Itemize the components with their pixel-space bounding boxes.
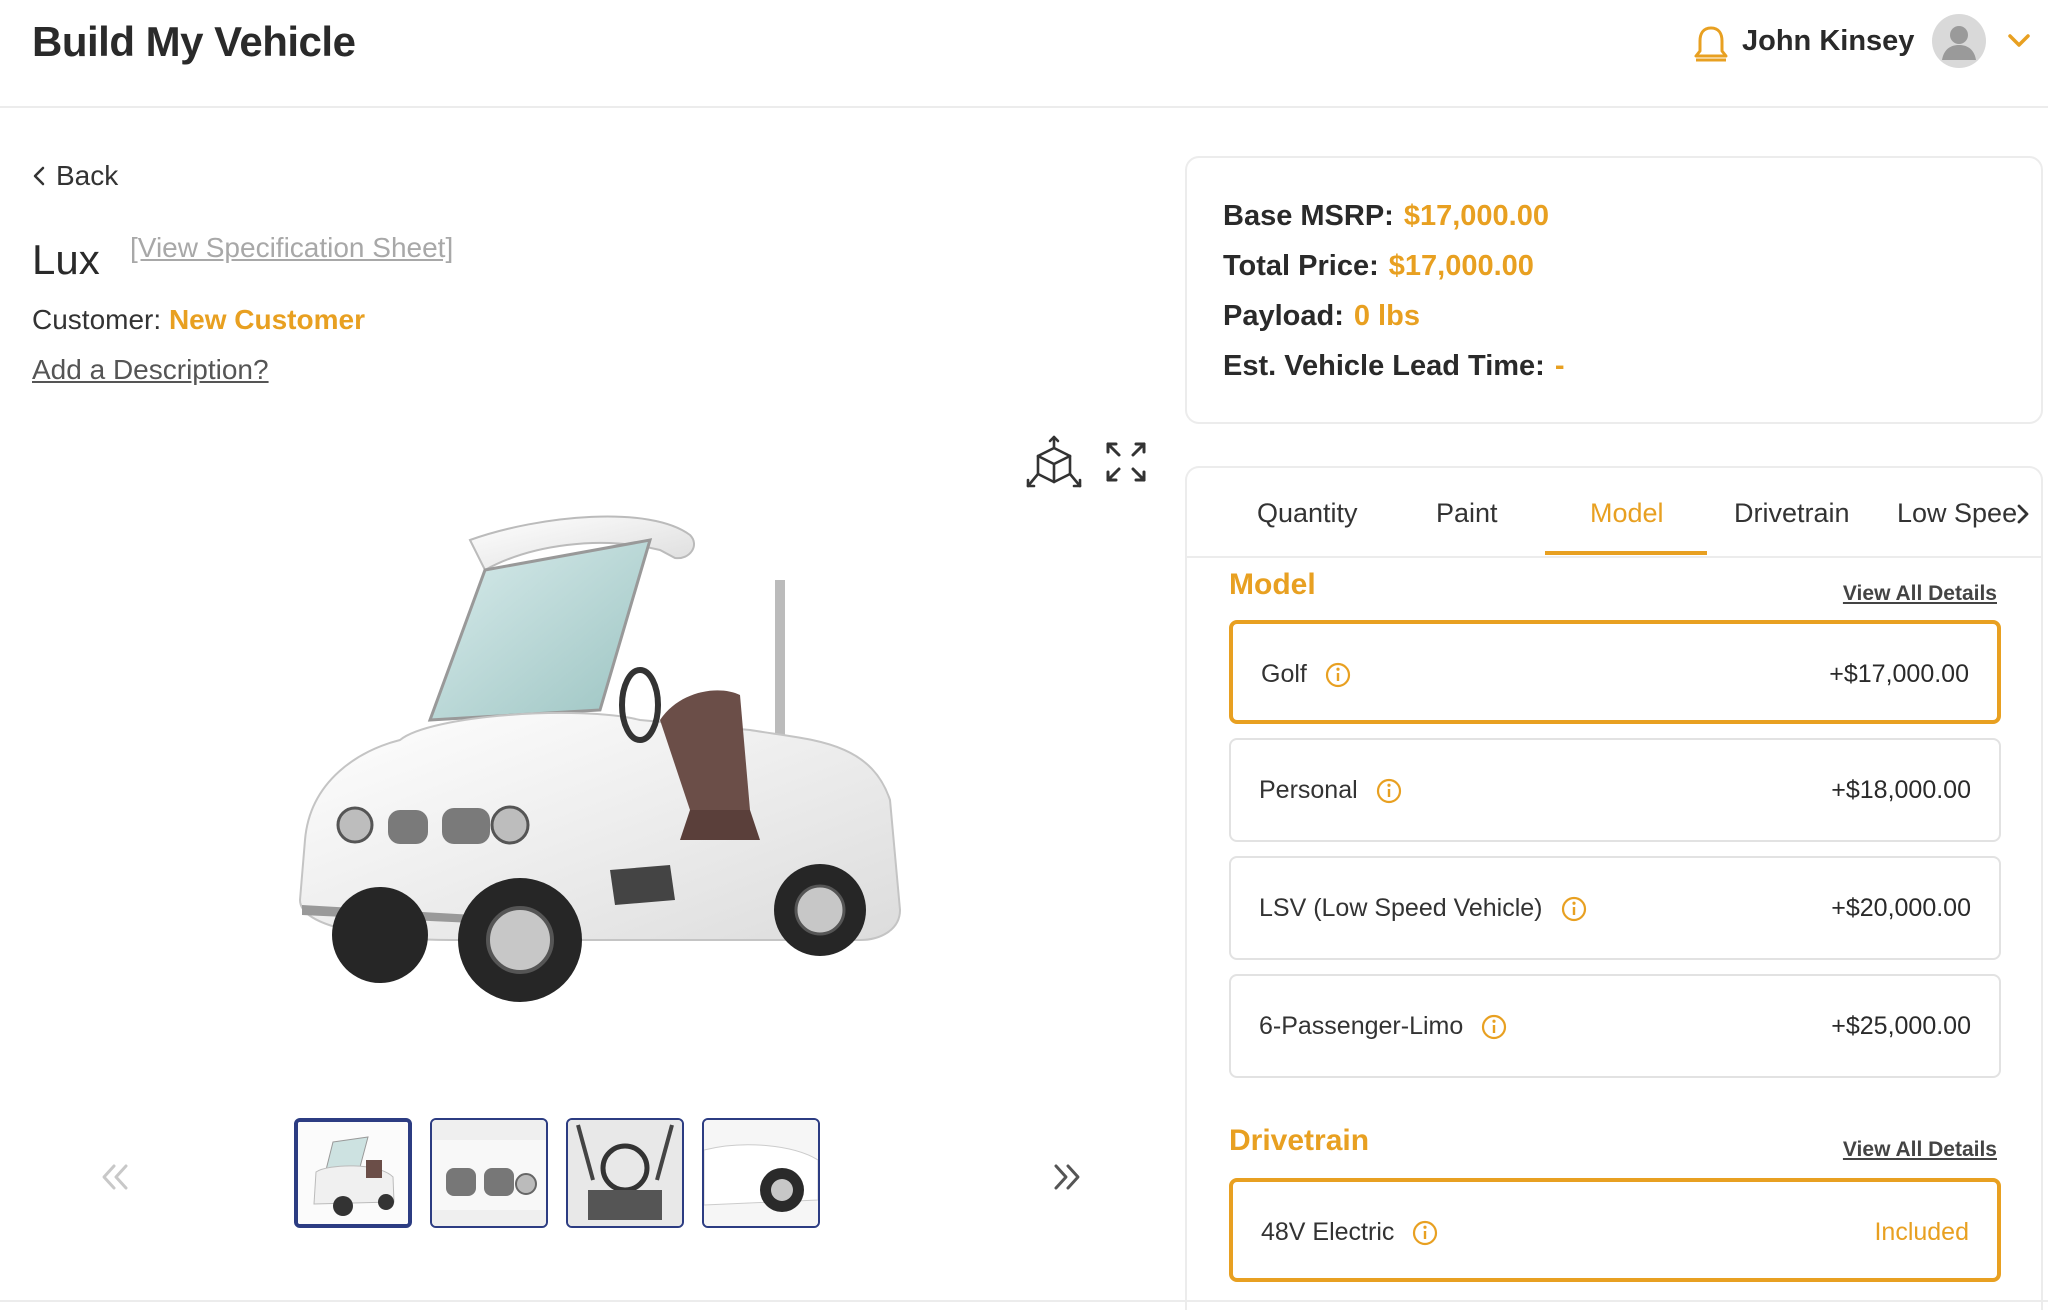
option-label: 48V Electric — [1261, 1218, 1438, 1247]
vehicle-thumbnail-image — [704, 1120, 818, 1226]
lead-time-label: Est. Vehicle Lead Time: — [1223, 350, 1545, 382]
option-price: +$25,000.00 — [1831, 1012, 1971, 1040]
option-price: +$20,000.00 — [1831, 894, 1971, 922]
prev-arrow-icon[interactable] — [100, 1160, 130, 1194]
model-section-title: Model — [1229, 568, 1316, 601]
price-summary-card: Base MSRP: $17,000.00 Total Price: $17,000… — [1185, 156, 2043, 424]
base-msrp-label: Base MSRP: — [1223, 200, 1394, 232]
option-price: +$17,000.00 — [1829, 660, 1969, 688]
base-msrp-value: $17,000.00 — [1403, 200, 1549, 232]
option-name: LSV (Low Speed Vehicle) — [1259, 894, 1543, 922]
option-label: 6-Passenger-Limo — [1259, 1012, 1507, 1041]
customer-value[interactable]: New Customer — [169, 304, 365, 335]
payload-label: Payload: — [1223, 300, 1344, 332]
config-tabs: Quantity Paint Model Drivetrain Low Spee — [1187, 468, 2041, 558]
option-price: +$18,000.00 — [1831, 776, 1971, 804]
chevron-left-icon — [33, 166, 45, 186]
vehicle-name: Lux — [32, 236, 100, 283]
top-bar: Build My Vehicle John Kinsey — [0, 0, 2048, 108]
fullscreen-icon[interactable] — [1104, 440, 1148, 484]
info-icon[interactable] — [1481, 1014, 1507, 1040]
thumbnail-grille[interactable] — [430, 1118, 548, 1228]
tab-quantity[interactable]: Quantity — [1257, 498, 1358, 529]
chevron-down-icon[interactable] — [2004, 28, 2034, 52]
vehicle-image — [298, 515, 902, 1002]
model-option-personal[interactable]: Personal +$18,000.00 — [1229, 738, 2001, 842]
bottom-divider — [0, 1300, 2048, 1302]
total-price-label: Total Price: — [1223, 250, 1379, 282]
model-view-all-details[interactable]: View All Details — [1843, 582, 1997, 606]
option-name: Personal — [1259, 776, 1358, 804]
page-title: Build My Vehicle — [32, 18, 356, 65]
payload-value: 0 lbs — [1353, 300, 1420, 332]
customer-line: Customer: New Customer — [32, 304, 365, 336]
avatar[interactable] — [1932, 14, 1986, 68]
info-icon[interactable] — [1376, 778, 1402, 804]
view-spec-sheet-link[interactable]: [View Specification Sheet] — [130, 232, 453, 264]
lead-time-row: Est. Vehicle Lead Time: - — [1223, 350, 1565, 383]
option-label: Golf — [1261, 660, 1351, 689]
active-tab-indicator — [1545, 551, 1707, 555]
info-icon[interactable] — [1412, 1220, 1438, 1246]
user-icon — [1942, 26, 1976, 60]
drivetrain-section-title: Drivetrain — [1229, 1124, 1370, 1157]
info-icon[interactable] — [1561, 896, 1587, 922]
option-name: 48V Electric — [1261, 1218, 1395, 1246]
option-price: Included — [1874, 1218, 1969, 1246]
option-name: 6-Passenger-Limo — [1259, 1012, 1464, 1040]
vehicle-thumbnail-image — [568, 1120, 682, 1226]
bell-icon[interactable] — [1692, 24, 1730, 64]
option-label: LSV (Low Speed Vehicle) — [1259, 894, 1587, 923]
option-label: Personal — [1259, 776, 1402, 805]
back-button[interactable]: Back — [32, 160, 118, 192]
drivetrain-option-48v[interactable]: 48V Electric Included — [1229, 1178, 2001, 1282]
vehicle-thumbnail-image — [432, 1120, 546, 1226]
option-name: Golf — [1261, 660, 1307, 688]
lead-time-value: - — [1554, 350, 1565, 382]
tab-low-speed[interactable]: Low Spee — [1897, 498, 2017, 529]
tab-paint[interactable]: Paint — [1436, 498, 1498, 529]
payload-row: Payload: 0 lbs — [1223, 300, 1420, 333]
tab-model[interactable]: Model — [1590, 498, 1664, 529]
3d-view-icon[interactable] — [1024, 434, 1084, 494]
tab-drivetrain[interactable]: Drivetrain — [1734, 498, 1850, 529]
chevron-right-icon[interactable] — [2015, 502, 2031, 526]
total-price-value: $17,000.00 — [1388, 250, 1534, 282]
next-arrow-icon[interactable] — [1052, 1160, 1082, 1194]
add-description-link[interactable]: Add a Description? — [32, 354, 269, 386]
configuration-panel: Quantity Paint Model Drivetrain Low Spee… — [1185, 466, 2043, 1310]
model-option-lsv[interactable]: LSV (Low Speed Vehicle) +$20,000.00 — [1229, 856, 2001, 960]
user-name[interactable]: John Kinsey — [1742, 25, 1914, 58]
thumbnail-interior[interactable] — [566, 1118, 684, 1228]
drivetrain-view-all-details[interactable]: View All Details — [1843, 1138, 1997, 1162]
base-msrp-row: Base MSRP: $17,000.00 — [1223, 200, 1549, 233]
customer-label: Customer: — [32, 304, 162, 335]
vehicle-thumbnail-image — [298, 1122, 408, 1224]
model-option-limo[interactable]: 6-Passenger-Limo +$25,000.00 — [1229, 974, 2001, 1078]
thumbnail-wheel[interactable] — [702, 1118, 820, 1228]
thumbnail-strip — [294, 1118, 820, 1228]
back-label: Back — [56, 160, 119, 191]
info-icon[interactable] — [1325, 662, 1351, 688]
model-option-golf[interactable]: Golf +$17,000.00 — [1229, 620, 2001, 724]
thumbnail-front[interactable] — [294, 1118, 412, 1228]
total-price-row: Total Price: $17,000.00 — [1223, 250, 1534, 283]
